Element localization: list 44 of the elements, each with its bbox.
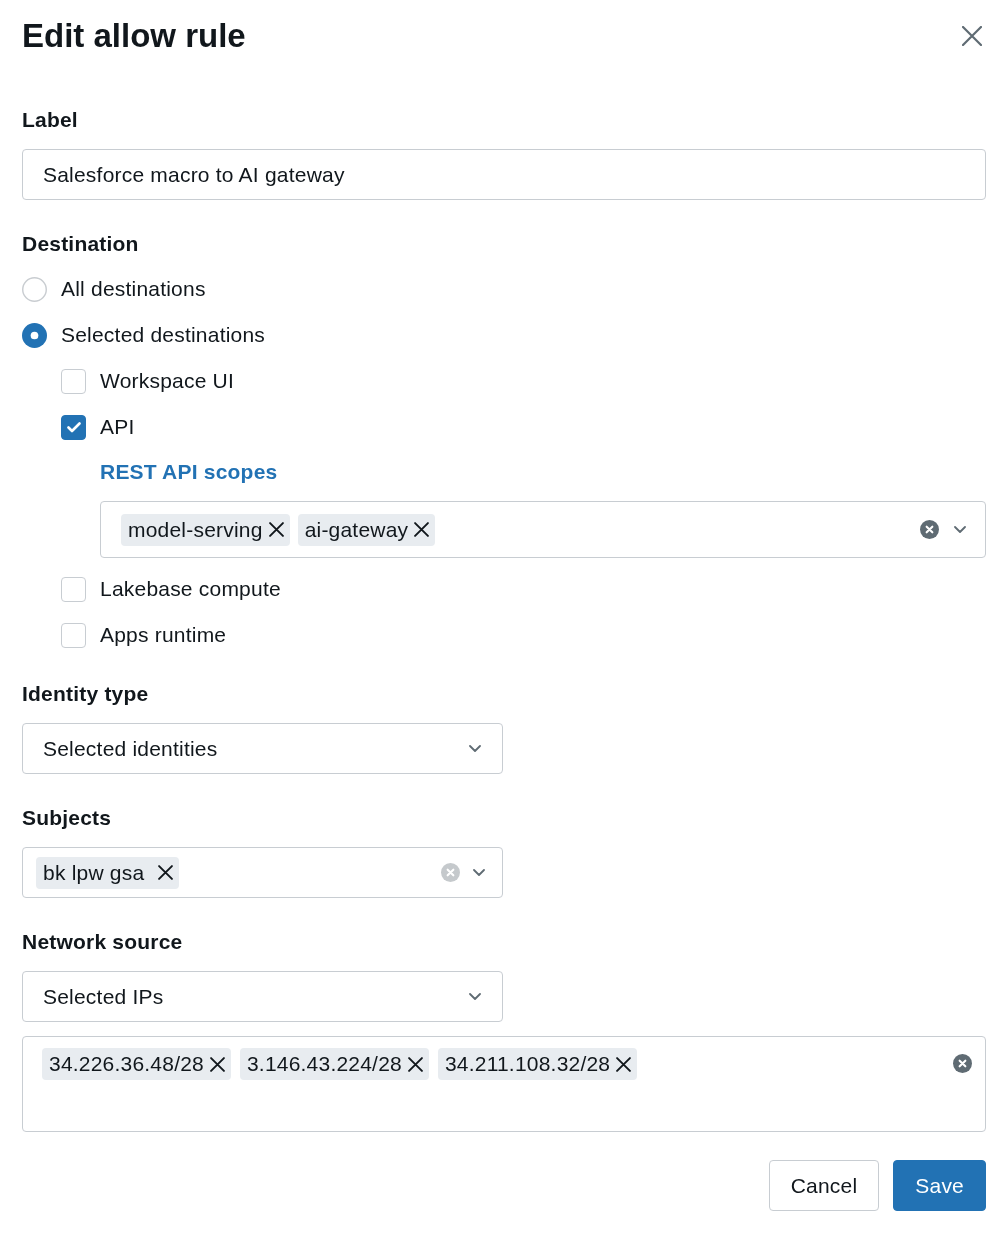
- network-source-select[interactable]: Selected IPs: [22, 971, 503, 1022]
- chip-label: ai-gateway: [304, 516, 409, 543]
- ip-range-field[interactable]: 34.226.36.48/28 3.146.43.224/28 34.211.108.32/28: [22, 1036, 986, 1132]
- remove-icon[interactable]: [407, 1056, 423, 1072]
- remove-icon[interactable]: [414, 522, 430, 537]
- chevron-down-icon[interactable]: [473, 869, 485, 876]
- clear-icon[interactable]: [953, 1054, 972, 1073]
- remove-icon[interactable]: [158, 865, 174, 880]
- scopes-link[interactable]: REST API scopes: [100, 458, 278, 486]
- field-label: Subjects: [22, 805, 113, 831]
- identity-type-select[interactable]: Selected identities: [22, 723, 503, 774]
- field-label: Identity type: [22, 681, 150, 707]
- radio-label[interactable]: Selected destinations: [61, 321, 266, 349]
- checkbox-label[interactable]: Workspace UI: [100, 367, 234, 395]
- radio-button[interactable]: [22, 322, 47, 348]
- checkbox-label[interactable]: Apps runtime: [100, 621, 227, 649]
- scopes-multiselect[interactable]: model-serving ai-gateway: [100, 501, 986, 558]
- save-button[interactable]: Save: [893, 1160, 986, 1211]
- cancel-button[interactable]: Cancel: [768, 1160, 880, 1211]
- checkbox-label[interactable]: Lakebase compute: [100, 575, 281, 603]
- chevron-down-icon[interactable]: [469, 745, 481, 752]
- field-label: Network source: [22, 929, 184, 955]
- close-icon[interactable]: [962, 26, 982, 46]
- checkbox-label[interactable]: API: [100, 413, 135, 441]
- field-label: Destination: [22, 231, 140, 257]
- check-icon: [66, 421, 81, 433]
- label-input[interactable]: Salesforce macro to AI gateway: [22, 149, 986, 200]
- chip-label: 34.226.36.48/28: [49, 1051, 204, 1077]
- radio-label[interactable]: All destinations: [61, 275, 206, 303]
- dialog-title: Edit allow rule: [22, 16, 246, 56]
- chevron-down-icon[interactable]: [954, 526, 966, 533]
- radio-button[interactable]: [22, 276, 47, 302]
- remove-icon[interactable]: [268, 522, 284, 537]
- checkbox[interactable]: [61, 414, 86, 440]
- chip-label: 3.146.43.224/28: [246, 1051, 402, 1077]
- chip-label: 34.211.108.32/28: [444, 1051, 611, 1077]
- remove-icon[interactable]: [209, 1056, 225, 1072]
- chip-label: model-serving: [128, 516, 263, 543]
- subjects-multiselect[interactable]: bk lpw gsa: [22, 847, 503, 898]
- field-label: Label: [22, 107, 79, 133]
- clear-icon[interactable]: [920, 520, 939, 539]
- chevron-down-icon[interactable]: [469, 993, 481, 1000]
- remove-icon[interactable]: [616, 1056, 632, 1072]
- chip-label: bk lpw gsa: [43, 859, 145, 886]
